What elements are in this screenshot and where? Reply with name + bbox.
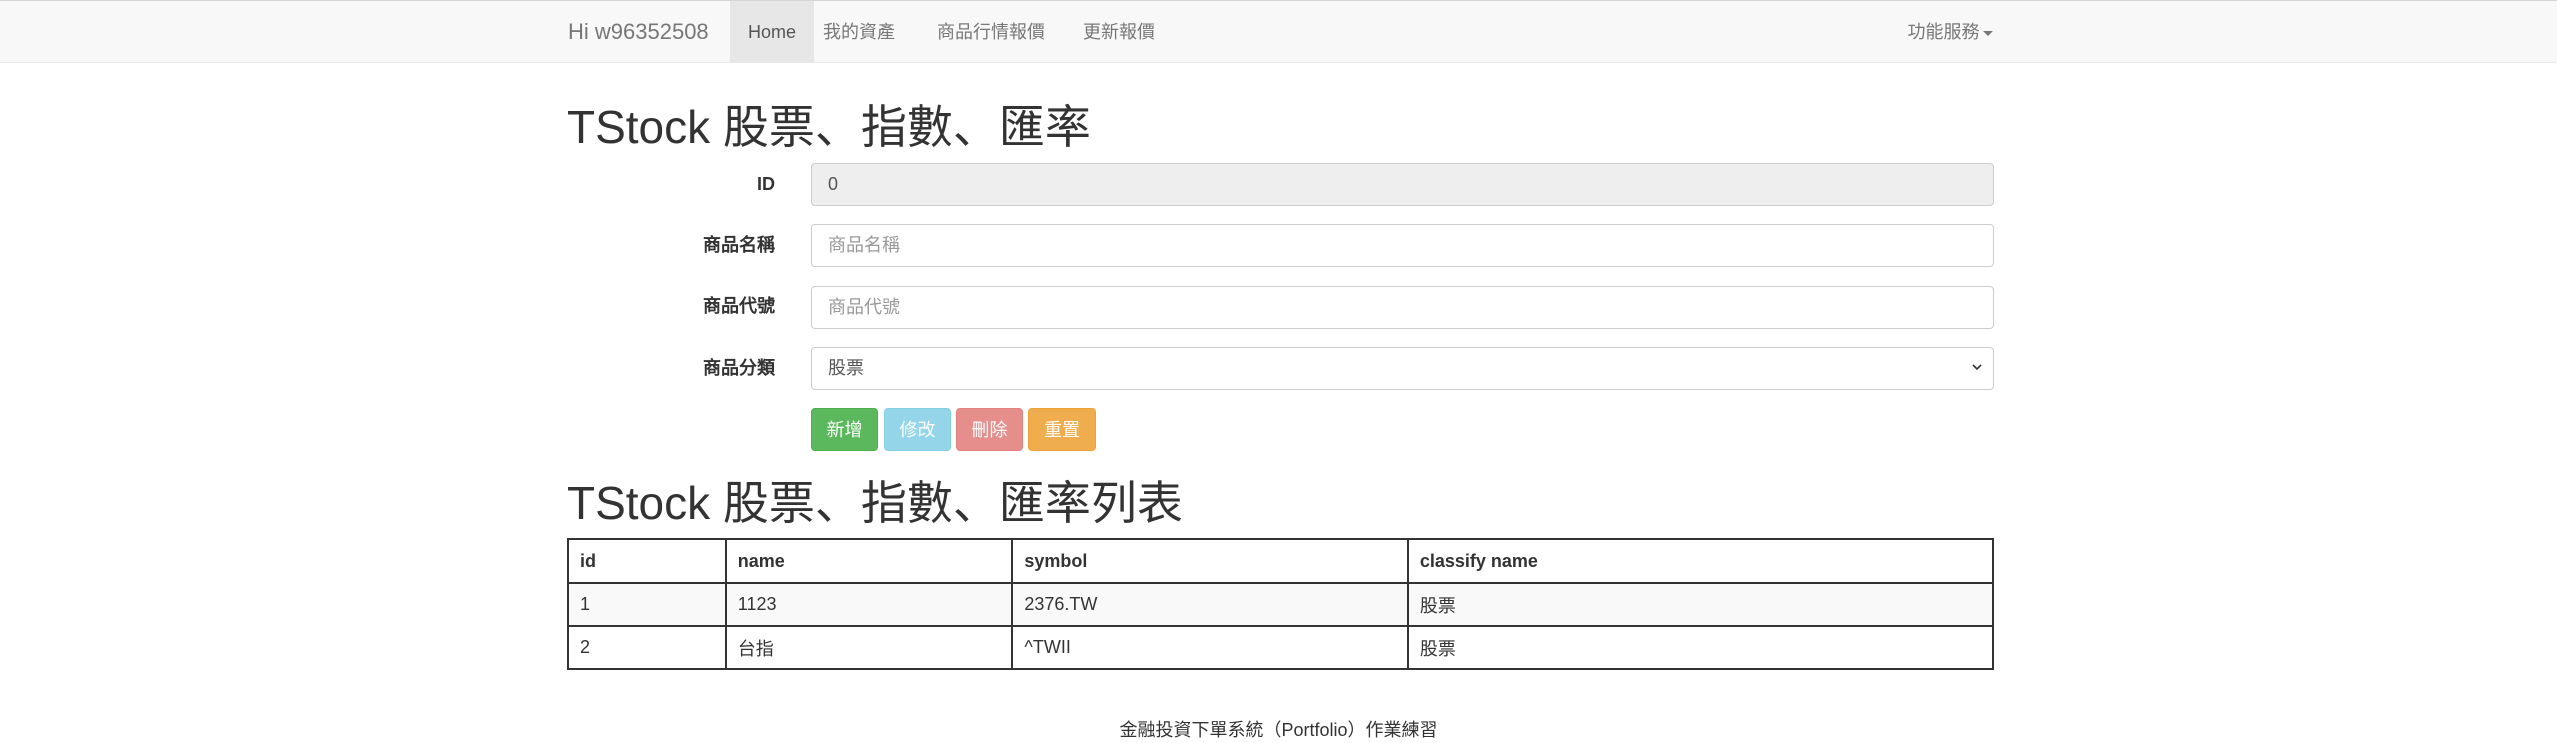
col-header-id: id: [567, 538, 727, 584]
name-input[interactable]: [811, 224, 1994, 267]
cell-name: 台指: [724, 625, 1014, 670]
table-row[interactable]: 2 台指 ^TWII 股票: [567, 625, 1995, 670]
classify-selected-value: 股票: [811, 347, 1994, 390]
classify-label: 商品分類: [703, 358, 775, 378]
stock-table: id name symbol classify name 1 1123 2376…: [567, 538, 1995, 670]
nav-item-home[interactable]: Home: [730, 1, 814, 63]
nav-item-my-assets[interactable]: 我的資產: [814, 1, 904, 63]
symbol-label: 商品代號: [703, 296, 775, 316]
cell-symbol: ^TWII: [1011, 625, 1409, 670]
add-button[interactable]: 新增: [811, 408, 878, 451]
services-label: 功能服務: [1907, 22, 1980, 42]
col-header-symbol: symbol: [1011, 538, 1409, 584]
cell-id: 2: [567, 625, 727, 670]
top-navbar: Hi w96352508 Home 我的資產 商品行情報價 更新報價 功能服務: [0, 0, 2557, 63]
id-field[interactable]: [811, 163, 1994, 206]
navbar-brand[interactable]: Hi w96352508: [568, 1, 709, 63]
col-header-classify: classify name: [1406, 538, 1995, 584]
nav-item-update-quotes[interactable]: 更新報價: [1074, 1, 1164, 63]
id-label: ID: [757, 174, 775, 194]
form-title: TStock 股票、指數、匯率: [567, 101, 1091, 153]
table-header-row: id name symbol classify name: [567, 538, 1995, 584]
classify-select[interactable]: 股票: [811, 347, 1994, 390]
symbol-input[interactable]: [811, 286, 1994, 329]
cell-symbol: 2376.TW: [1011, 582, 1409, 627]
delete-button[interactable]: 刪除: [956, 408, 1023, 451]
chevron-down-icon: [1972, 364, 1982, 371]
nav-item-quotes[interactable]: 商品行情報價: [926, 1, 1056, 63]
caret-down-icon: [1982, 30, 1993, 36]
col-header-name: name: [724, 538, 1014, 584]
table-row[interactable]: 1 1123 2376.TW 股票: [567, 582, 1995, 627]
edit-button[interactable]: 修改: [884, 408, 951, 451]
cell-id: 1: [567, 582, 727, 627]
name-label: 商品名稱: [703, 235, 775, 255]
reset-button[interactable]: 重置: [1028, 408, 1096, 451]
cell-classify: 股票: [1406, 625, 1995, 670]
nav-dropdown-services[interactable]: 功能服務: [1900, 1, 2000, 63]
footer-text: 金融投資下單系統（Portfolio）作業練習: [1119, 720, 1438, 740]
list-title: TStock 股票、指數、匯率列表: [567, 477, 1183, 529]
cell-name: 1123: [724, 582, 1014, 627]
cell-classify: 股票: [1406, 582, 1995, 627]
